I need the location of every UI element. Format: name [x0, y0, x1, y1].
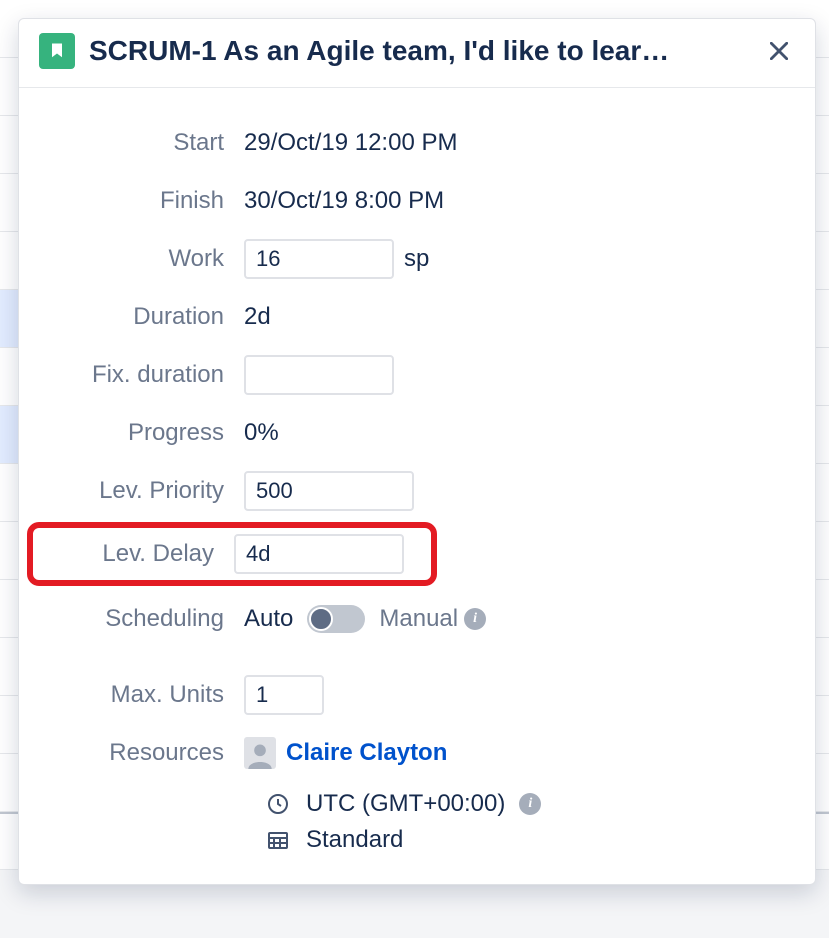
row-duration: Duration 2d [39, 288, 795, 346]
label-work: Work [39, 245, 244, 273]
lev-delay-input[interactable] [234, 534, 404, 574]
clock-icon [264, 792, 292, 816]
timezone-info-icon[interactable]: i [519, 793, 541, 815]
row-start: Start 29/Oct/19 12:00 PM [39, 114, 795, 172]
lev-delay-highlight: Lev. Delay [27, 522, 437, 586]
panel-title[interactable]: SCRUM-1 As an Agile team, I'd like to le… [89, 35, 749, 67]
row-lev-delay: Lev. Delay [27, 522, 795, 586]
label-progress: Progress [39, 419, 244, 447]
calendar-icon [264, 828, 292, 852]
row-scheduling: Scheduling Auto Manual i [39, 590, 795, 648]
row-work: Work sp [39, 230, 795, 288]
row-lev-priority: Lev. Priority [39, 462, 795, 520]
close-button[interactable] [763, 35, 795, 67]
scheduling-auto-label: Auto [244, 605, 293, 633]
row-max-units: Max. Units [39, 666, 795, 724]
label-scheduling: Scheduling [39, 605, 244, 633]
form-area: Start 29/Oct/19 12:00 PM Finish 30/Oct/1… [19, 88, 815, 854]
close-icon [770, 42, 788, 60]
value-timezone: UTC (GMT+00:00) [306, 790, 505, 818]
task-detail-panel: SCRUM-1 As an Agile team, I'd like to le… [18, 18, 816, 885]
value-finish[interactable]: 30/Oct/19 8:00 PM [244, 187, 795, 215]
lev-priority-input[interactable] [244, 471, 414, 511]
label-start: Start [39, 129, 244, 157]
value-calendar: Standard [306, 826, 403, 854]
row-resources: Resources Claire Clayton [39, 724, 795, 782]
scheduling-manual-label: Manual [379, 605, 458, 633]
row-progress: Progress 0% [39, 404, 795, 462]
value-start[interactable]: 29/Oct/19 12:00 PM [244, 129, 795, 157]
resource-link[interactable]: Claire Clayton [286, 739, 447, 767]
label-resources: Resources [39, 739, 244, 767]
label-duration: Duration [39, 303, 244, 331]
fix-duration-input[interactable] [244, 355, 394, 395]
scheduling-toggle[interactable] [307, 605, 365, 633]
work-unit: sp [404, 245, 429, 273]
row-finish: Finish 30/Oct/19 8:00 PM [39, 172, 795, 230]
value-progress[interactable]: 0% [244, 419, 795, 447]
row-timezone: UTC (GMT+00:00) i [264, 790, 795, 818]
avatar-icon [244, 737, 276, 769]
row-fix-duration: Fix. duration [39, 346, 795, 404]
label-max-units: Max. Units [39, 681, 244, 709]
panel-header: SCRUM-1 As an Agile team, I'd like to le… [19, 19, 815, 88]
scheduling-info-icon[interactable]: i [464, 608, 486, 630]
value-duration[interactable]: 2d [244, 303, 795, 331]
toggle-knob [309, 607, 333, 631]
max-units-input[interactable] [244, 675, 324, 715]
label-fix-duration: Fix. duration [39, 361, 244, 389]
row-calendar: Standard [264, 826, 795, 854]
label-lev-priority: Lev. Priority [39, 477, 244, 505]
story-icon [39, 33, 75, 69]
label-finish: Finish [39, 187, 244, 215]
work-input[interactable] [244, 239, 394, 279]
label-lev-delay: Lev. Delay [37, 540, 234, 568]
